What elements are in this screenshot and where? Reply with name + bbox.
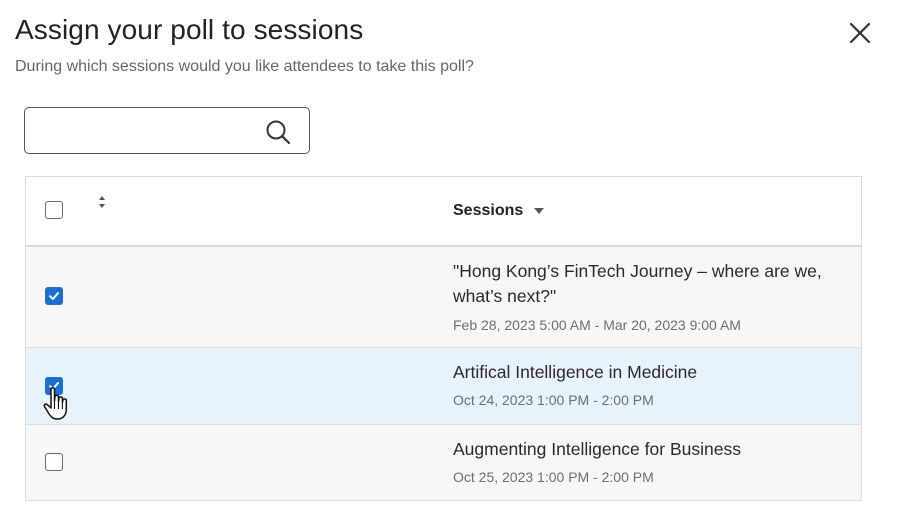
session-date: Feb 28, 2023 5:00 AM - Mar 20, 2023 9:00… [453,317,741,333]
dialog-title: Assign your poll to sessions [15,14,364,45]
row-checkbox[interactable] [45,453,63,471]
table-header: Sessions [26,177,861,247]
search-input[interactable] [35,116,259,147]
session-date: Oct 24, 2023 1:00 PM - 2:00 PM [453,392,654,408]
sessions-column-header[interactable]: Sessions [453,202,523,220]
checkmark-icon [49,292,59,300]
table-row[interactable]: "Hong Kong’s FinTech Journey – where are… [26,247,861,348]
session-date: Oct 25, 2023 1:00 PM - 2:00 PM [453,469,654,485]
dialog-subtitle: During which sessions would you like att… [15,58,474,75]
table-row[interactable]: Artifical Intelligence in Medicine Oct 2… [26,348,861,425]
row-checkbox[interactable] [45,287,63,305]
sessions-table: Sessions "Hong Kong’s FinTech Journey – … [25,176,862,501]
search-icon[interactable] [265,119,291,145]
row-checkbox[interactable] [45,377,63,395]
sort-up-down-icon[interactable] [96,194,108,210]
table-row[interactable]: Augmenting Intelligence for Business Oct… [26,425,861,500]
select-all-checkbox[interactable] [45,201,63,219]
session-title: Artifical Intelligence in Medicine [453,362,698,382]
checkmark-icon [49,382,59,390]
session-title: "Hong Kong’s FinTech Journey – where are… [453,261,822,306]
close-button[interactable] [846,19,874,47]
close-icon [849,22,871,44]
caret-down-icon[interactable] [533,207,545,215]
session-title: Augmenting Intelligence for Business [453,439,741,459]
search-box[interactable] [24,107,310,154]
